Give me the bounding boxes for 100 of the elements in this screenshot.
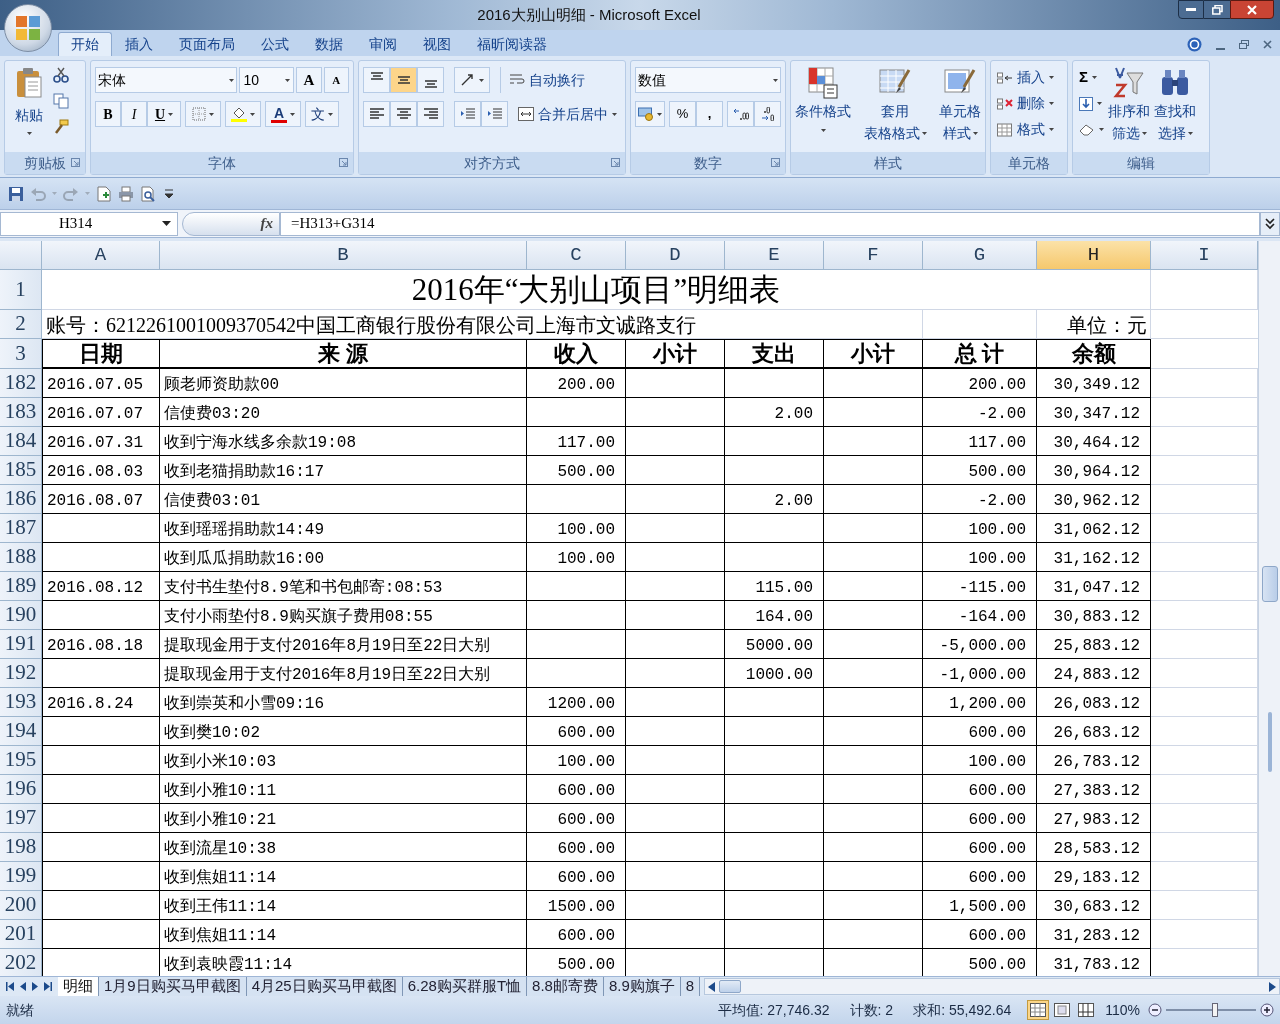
row-header[interactable]: 2 bbox=[0, 310, 42, 339]
fill-color-button[interactable] bbox=[225, 101, 261, 127]
zoom-out-icon[interactable] bbox=[1148, 1003, 1162, 1017]
format-painter-icon[interactable] bbox=[53, 119, 69, 135]
row-header[interactable]: 183 bbox=[0, 398, 42, 427]
autosum-button[interactable]: Σ bbox=[1079, 67, 1104, 88]
save-icon[interactable] bbox=[8, 185, 24, 202]
first-sheet-icon[interactable] bbox=[6, 982, 14, 991]
row-header[interactable]: 185 bbox=[0, 456, 42, 485]
decrease-indent-button[interactable] bbox=[454, 101, 481, 127]
zoom-in-icon[interactable] bbox=[1260, 1003, 1274, 1017]
row-header[interactable]: 202 bbox=[0, 949, 42, 976]
next-sheet-icon[interactable] bbox=[32, 982, 38, 991]
align-bottom-button[interactable] bbox=[417, 67, 444, 93]
delete-cells-button[interactable]: 删除 bbox=[997, 93, 1061, 114]
find-button[interactable]: 查找和 选择 bbox=[1154, 67, 1196, 152]
paste-button[interactable]: 粘贴 bbox=[5, 61, 53, 152]
number-format-field[interactable]: 数值 bbox=[635, 67, 781, 93]
grow-font-button[interactable]: A bbox=[296, 67, 322, 93]
decrease-decimal-button[interactable] bbox=[754, 101, 781, 127]
conditional-style-button[interactable]: 条件格式 bbox=[793, 67, 853, 152]
formula-field[interactable]: =H313+G314 bbox=[280, 211, 1260, 236]
row-header[interactable]: 193 bbox=[0, 688, 42, 717]
cell-style-button[interactable]: 单元格 样式 bbox=[937, 67, 983, 152]
row-header[interactable]: 201 bbox=[0, 920, 42, 949]
merge-center-button[interactable]: 合并后居中 bbox=[518, 101, 617, 127]
ribbon-tab[interactable]: 公式 bbox=[248, 32, 302, 56]
dialog-launcher-icon[interactable] bbox=[611, 158, 620, 167]
align-middle-button[interactable] bbox=[390, 67, 417, 93]
row-header[interactable]: 182 bbox=[0, 369, 42, 398]
underline-button[interactable]: U bbox=[147, 101, 181, 127]
column-header[interactable]: F bbox=[824, 241, 923, 270]
row-header[interactable]: 191 bbox=[0, 630, 42, 659]
sort-button[interactable]: 排序和 筛选 bbox=[1108, 67, 1150, 152]
wrap-text-button[interactable]: 自动换行 bbox=[500, 67, 585, 93]
slider-thumb[interactable] bbox=[1212, 1003, 1219, 1017]
column-header[interactable]: B bbox=[160, 241, 527, 270]
dialog-launcher-icon[interactable] bbox=[771, 158, 780, 167]
insert-cells-button[interactable]: 插入 bbox=[997, 67, 1061, 88]
minimize-button[interactable] bbox=[1178, 0, 1204, 19]
vertical-scrollbar[interactable] bbox=[1258, 241, 1280, 976]
insert-function-button[interactable]: fx bbox=[260, 212, 273, 235]
dialog-launcher-icon[interactable] bbox=[71, 158, 80, 167]
normal-view-button[interactable] bbox=[1027, 1000, 1050, 1020]
sheet-tab[interactable]: 8 bbox=[680, 976, 701, 997]
restore-button[interactable] bbox=[1204, 0, 1230, 19]
row-header[interactable]: 195 bbox=[0, 746, 42, 775]
row-header[interactable]: 186 bbox=[0, 485, 42, 514]
align-right-button[interactable] bbox=[417, 101, 444, 127]
column-header[interactable]: H bbox=[1037, 241, 1151, 270]
ribbon-tab[interactable]: 插入 bbox=[112, 32, 166, 56]
column-header[interactable]: A bbox=[42, 241, 160, 270]
align-left-button[interactable] bbox=[363, 101, 390, 127]
row-header[interactable]: 199 bbox=[0, 862, 42, 891]
print-icon[interactable] bbox=[118, 185, 134, 202]
italic-button[interactable]: I bbox=[121, 101, 147, 127]
ribbon-tab[interactable]: 视图 bbox=[410, 32, 464, 56]
row-header[interactable]: 194 bbox=[0, 717, 42, 746]
column-header[interactable]: E bbox=[725, 241, 824, 270]
sheet-tab[interactable]: 8.9购旗子 bbox=[603, 976, 681, 997]
scrollbar-thumb[interactable] bbox=[1261, 566, 1278, 602]
new-icon[interactable] bbox=[96, 185, 112, 202]
shrink-font-button[interactable]: A bbox=[323, 67, 349, 93]
column-header[interactable]: I bbox=[1151, 241, 1258, 270]
align-center-button[interactable] bbox=[390, 101, 417, 127]
sheet-tab[interactable]: 6.28购买群服T恤 bbox=[402, 976, 528, 997]
row-header[interactable]: 196 bbox=[0, 775, 42, 804]
row-header[interactable]: 200 bbox=[0, 891, 42, 920]
row-header[interactable]: 189 bbox=[0, 572, 42, 601]
row-header[interactable]: 3 bbox=[0, 339, 42, 369]
font-color-button[interactable]: A bbox=[265, 101, 301, 127]
increase-decimal-button[interactable] bbox=[727, 101, 754, 127]
row-header[interactable]: 184 bbox=[0, 427, 42, 456]
format-cells-button[interactable]: 格式 bbox=[997, 119, 1061, 140]
ribbon-tab[interactable]: 页面布局 bbox=[166, 32, 248, 56]
phonetic-button[interactable]: 文 bbox=[305, 101, 339, 127]
row-header[interactable]: 188 bbox=[0, 543, 42, 572]
ribbon-tab[interactable]: 福昕阅读器 bbox=[464, 32, 560, 56]
table-style-button[interactable]: 套用 表格格式 bbox=[861, 67, 929, 152]
align-top-button[interactable] bbox=[363, 67, 390, 93]
row-header[interactable]: 198 bbox=[0, 833, 42, 862]
bold-button[interactable]: B bbox=[95, 101, 121, 127]
font-size-field[interactable]: 10 bbox=[239, 67, 295, 93]
increase-indent-button[interactable] bbox=[481, 101, 508, 127]
comma-button[interactable]: , bbox=[696, 101, 723, 127]
sheet-tab[interactable]: 4月25日购买马甲截图 bbox=[246, 976, 403, 997]
preview-icon[interactable] bbox=[140, 185, 156, 202]
copy-icon[interactable] bbox=[53, 93, 69, 109]
sheet-tab[interactable]: 明细 bbox=[58, 976, 99, 997]
column-header[interactable]: C bbox=[527, 241, 626, 270]
formula-bar-handle[interactable]: fx bbox=[182, 211, 280, 236]
row-header[interactable]: 190 bbox=[0, 601, 42, 630]
ribbon-tab[interactable]: 审阅 bbox=[356, 32, 410, 56]
row-header[interactable]: 192 bbox=[0, 659, 42, 688]
column-header[interactable]: D bbox=[626, 241, 725, 270]
zoom-level[interactable]: 110% bbox=[1105, 999, 1140, 1021]
percent-button[interactable]: % bbox=[669, 101, 696, 127]
currency-button[interactable] bbox=[635, 101, 665, 127]
column-header[interactable]: G bbox=[923, 241, 1037, 270]
scrollbar-thumb[interactable] bbox=[719, 980, 742, 993]
